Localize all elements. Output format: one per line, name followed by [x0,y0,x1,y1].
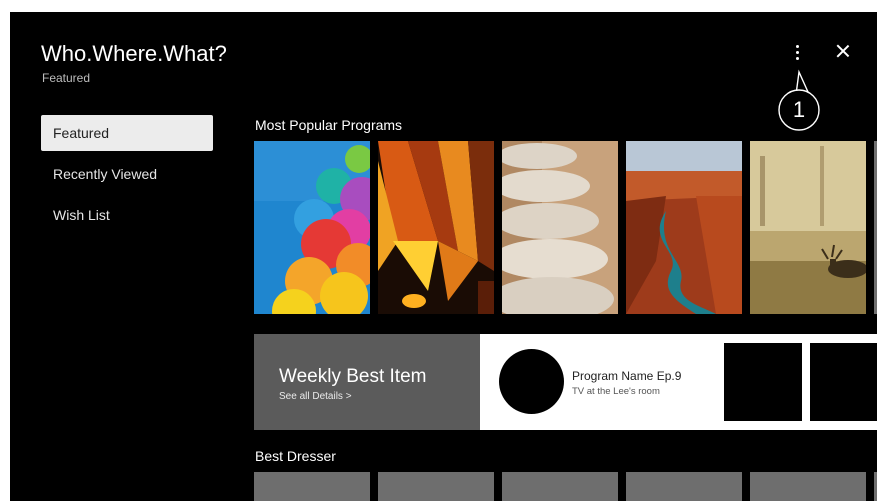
section-title-most-popular: Most Popular Programs [255,117,403,133]
item-thumbnail[interactable] [724,343,802,421]
nav-item-wish-list[interactable]: Wish List [41,197,213,233]
program-card[interactable]: Program Name Ep.9 TV at the Lee's room [480,334,877,430]
sidebar-nav: Featured Recently Viewed Wish List [41,115,213,238]
app-title: Who.Where.What? [41,41,227,66]
nav-item-featured[interactable]: Featured [41,115,213,151]
section-title-best-dresser: Best Dresser [255,448,336,464]
weekly-best-banner: Weekly Best Item See all Details > Progr… [254,334,877,430]
program-avatar [499,349,564,414]
tv-screen: Who.Where.What? Featured Featured Recent… [10,12,877,501]
more-vertical-icon[interactable] [790,42,806,64]
dresser-thumbnail[interactable] [378,472,494,501]
callout-number: 1 [792,97,806,122]
item-thumbnail[interactable] [810,343,877,421]
dresser-thumbnail[interactable] [502,472,618,501]
close-icon[interactable] [832,41,854,63]
program-name: Program Name Ep.9 [572,369,682,383]
program-description: TV at the Lee's room [572,386,660,397]
weekly-best-panel[interactable]: Weekly Best Item See all Details > [254,334,480,430]
dresser-thumbnail[interactable] [750,472,866,501]
dresser-thumbnail[interactable] [254,472,370,501]
program-thumbnail-misty-field[interactable] [750,141,866,314]
see-all-details-link[interactable]: See all Details > [279,391,352,402]
nav-item-recently-viewed[interactable]: Recently Viewed [41,156,213,192]
weekly-best-title: Weekly Best Item [279,366,427,387]
app-subtitle: Featured [42,71,91,85]
program-thumbnail-canyon[interactable] [626,141,742,314]
dresser-thumbnail[interactable] [626,472,742,501]
program-thumbnail-hot-air-balloon[interactable] [378,141,494,314]
program-thumbnail-stacked-stones[interactable] [502,141,618,314]
program-thumbnail-balloons[interactable] [254,141,370,314]
